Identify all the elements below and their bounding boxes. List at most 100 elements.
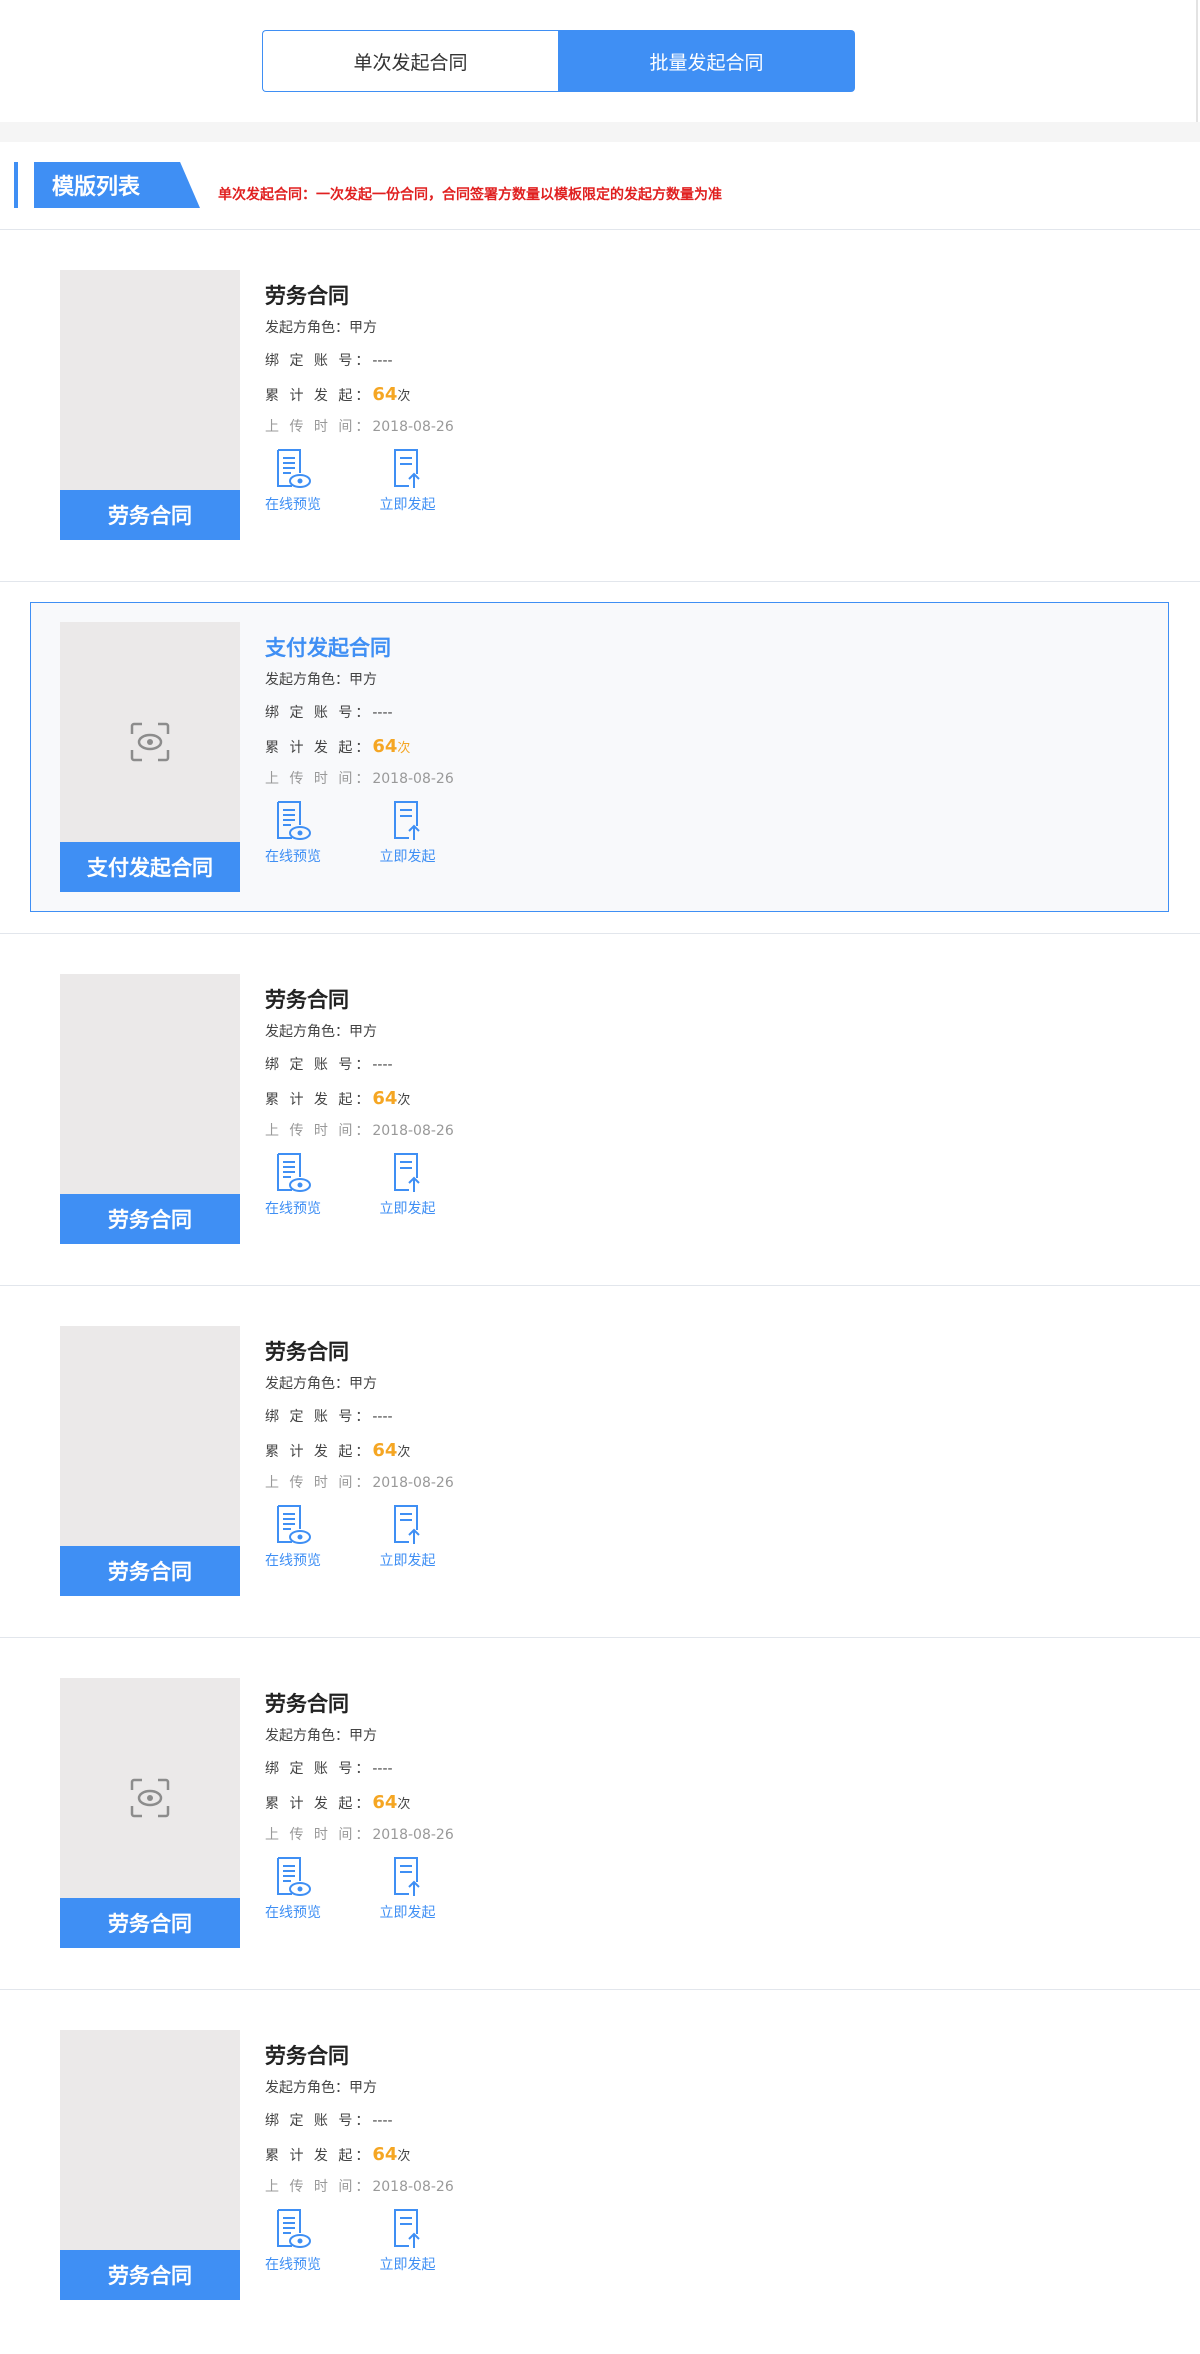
thumbnail-label: 劳务合同: [60, 1546, 240, 1596]
template-info: 支付发起合同 发起方角色：甲方 绑 定 账 号：---- 累 计 发 起：64次…: [265, 622, 455, 866]
template-list-header: 模版列表 单次发起合同：一次发起一份合同，合同签署方数量以模板限定的发起方数量为…: [0, 142, 1200, 230]
document-eye-icon: [277, 1153, 311, 1192]
preview-button[interactable]: 在线预览: [265, 1504, 360, 1570]
top-bar: 单次发起合同 批量发起合同: [0, 0, 1200, 122]
template-actions: 在线预览 立即发起: [265, 448, 455, 514]
tab-batch-launch[interactable]: 批量发起合同: [558, 30, 855, 92]
template-name: 劳务合同: [265, 284, 349, 308]
launch-button[interactable]: 立即发起: [360, 1504, 455, 1570]
section-note: 单次发起合同：一次发起一份合同，合同签署方数量以模板限定的发起方数量为准: [218, 187, 722, 203]
template-row: 劳务合同 劳务合同 发起方角色：甲方 绑 定 账 号：---- 累 计 发 起：…: [0, 1990, 1200, 2342]
document-upload-icon: [393, 1505, 420, 1544]
template-info: 劳务合同 发起方角色：甲方 绑 定 账 号：---- 累 计 发 起：64次 上…: [265, 1326, 455, 1570]
upload-time: 上 传 时 间：2018-08-26: [265, 2179, 454, 2195]
template-thumbnail[interactable]: 劳务合同: [60, 1326, 240, 1596]
launch-count: 累 计 发 起：64次: [265, 1088, 411, 1109]
template-info: 劳务合同 发起方角色：甲方 绑 定 账 号：---- 累 计 发 起：64次 上…: [265, 2030, 455, 2274]
preview-label: 在线预览: [265, 1553, 321, 1569]
launch-label: 立即发起: [379, 1553, 436, 1569]
upload-time: 上 传 时 间：2018-08-26: [265, 1123, 454, 1139]
template-thumbnail[interactable]: 劳务合同: [60, 2030, 240, 2300]
template-thumbnail[interactable]: 支付发起合同: [60, 622, 240, 892]
bound-account: 绑 定 账 号：----: [265, 353, 393, 369]
launch-label: 立即发起: [379, 849, 436, 865]
bound-account: 绑 定 账 号：----: [265, 1057, 393, 1073]
preview-label: 在线预览: [265, 1905, 321, 1921]
template-actions: 在线预览 立即发起: [265, 1504, 455, 1570]
preview-label: 在线预览: [265, 497, 321, 513]
thumbnail-label: 劳务合同: [60, 1898, 240, 1948]
template-actions: 在线预览 立即发起: [265, 800, 455, 866]
template-thumbnail[interactable]: 劳务合同: [60, 974, 240, 1244]
launch-button[interactable]: 立即发起: [360, 2208, 455, 2274]
upload-time: 上 传 时 间：2018-08-26: [265, 771, 454, 787]
preview-button[interactable]: 在线预览: [265, 800, 360, 866]
launch-label: 立即发起: [379, 1201, 436, 1217]
launch-count: 累 计 发 起：64次: [265, 736, 411, 757]
template-name: 劳务合同: [265, 1692, 349, 1716]
template-name: 劳务合同: [265, 2044, 349, 2068]
initiator-role: 发起方角色：甲方: [265, 672, 377, 688]
initiator-role: 发起方角色：甲方: [265, 1024, 377, 1040]
preview-button[interactable]: 在线预览: [265, 448, 360, 514]
upload-time: 上 传 时 间：2018-08-26: [265, 1827, 454, 1843]
template-thumbnail[interactable]: 劳务合同: [60, 270, 240, 540]
bound-account: 绑 定 账 号：----: [265, 705, 393, 721]
eye-scan-icon[interactable]: [130, 722, 170, 762]
section-title: 模版列表: [34, 162, 200, 208]
launch-button[interactable]: 立即发起: [360, 1152, 455, 1218]
template-name: 劳务合同: [265, 988, 349, 1012]
initiator-role: 发起方角色：甲方: [265, 1728, 377, 1744]
template-actions: 在线预览 立即发起: [265, 1152, 455, 1218]
window-edge-divider: [1196, 0, 1198, 130]
template-actions: 在线预览 立即发起: [265, 1856, 455, 1922]
launch-count: 累 计 发 起：64次: [265, 2144, 411, 2165]
eye-scan-icon[interactable]: [130, 1778, 170, 1818]
initiator-role: 发起方角色：甲方: [265, 1376, 377, 1392]
section-accent-bar: [14, 162, 18, 208]
document-eye-icon: [277, 2209, 311, 2248]
upload-time: 上 传 时 间：2018-08-26: [265, 419, 454, 435]
launch-count: 累 计 发 起：64次: [265, 1792, 411, 1813]
template-row: 劳务合同 劳务合同 发起方角色：甲方 绑 定 账 号：---- 累 计 发 起：…: [0, 1638, 1200, 1990]
template-row: 劳务合同 劳务合同 发起方角色：甲方 绑 定 账 号：---- 累 计 发 起：…: [0, 1286, 1200, 1638]
preview-button[interactable]: 在线预览: [265, 2208, 360, 2274]
launch-button[interactable]: 立即发起: [360, 1856, 455, 1922]
template-name: 支付发起合同: [265, 636, 391, 660]
launch-label: 立即发起: [379, 1905, 436, 1921]
initiator-role: 发起方角色：甲方: [265, 320, 377, 336]
initiator-role: 发起方角色：甲方: [265, 2080, 377, 2096]
template-thumbnail[interactable]: 劳务合同: [60, 1678, 240, 1948]
launch-button[interactable]: 立即发起: [360, 800, 455, 866]
document-eye-icon: [277, 801, 311, 840]
document-eye-icon: [277, 449, 311, 488]
document-eye-icon: [277, 1505, 311, 1544]
thumbnail-label: 支付发起合同: [60, 842, 240, 892]
template-info: 劳务合同 发起方角色：甲方 绑 定 账 号：---- 累 计 发 起：64次 上…: [265, 974, 455, 1218]
template-row: 劳务合同 劳务合同 发起方角色：甲方 绑 定 账 号：---- 累 计 发 起：…: [0, 934, 1200, 1286]
thumbnail-label: 劳务合同: [60, 2250, 240, 2300]
template-info: 劳务合同 发起方角色：甲方 绑 定 账 号：---- 累 计 发 起：64次 上…: [265, 1678, 455, 1922]
preview-button[interactable]: 在线预览: [265, 1856, 360, 1922]
section-separator: [0, 122, 1200, 142]
launch-label: 立即发起: [379, 2257, 436, 2273]
bound-account: 绑 定 账 号：----: [265, 1409, 393, 1425]
document-upload-icon: [393, 801, 420, 840]
bound-account: 绑 定 账 号：----: [265, 2113, 393, 2129]
preview-label: 在线预览: [265, 1201, 321, 1217]
upload-time: 上 传 时 间：2018-08-26: [265, 1475, 454, 1491]
launch-label: 立即发起: [379, 497, 436, 513]
document-upload-icon: [393, 1153, 420, 1192]
tab-single-launch[interactable]: 单次发起合同: [262, 30, 558, 92]
preview-button[interactable]: 在线预览: [265, 1152, 360, 1218]
template-card-selected[interactable]: 支付发起合同 支付发起合同 发起方角色：甲方 绑 定 账 号：---- 累 计 …: [30, 602, 1169, 912]
document-upload-icon: [393, 1857, 420, 1896]
launch-count: 累 计 发 起：64次: [265, 1440, 411, 1461]
template-actions: 在线预览 立即发起: [265, 2208, 455, 2274]
template-row: 劳务合同 劳务合同 发起方角色：甲方 绑 定 账 号：---- 累 计 发 起：…: [0, 230, 1200, 582]
preview-label: 在线预览: [265, 849, 321, 865]
template-info: 劳务合同 发起方角色：甲方 绑 定 账 号：---- 累 计 发 起：64次 上…: [265, 270, 455, 514]
document-upload-icon: [393, 2209, 420, 2248]
launch-button[interactable]: 立即发起: [360, 448, 455, 514]
launch-count: 累 计 发 起：64次: [265, 384, 411, 405]
